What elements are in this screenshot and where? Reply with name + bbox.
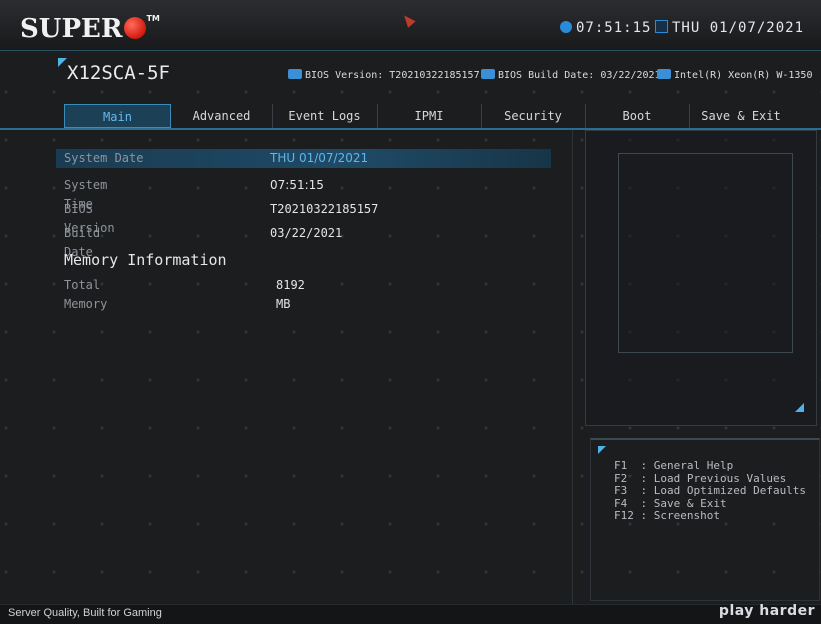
header-date: THU 01/07/2021	[655, 20, 804, 36]
tab-save-exit[interactable]: Save & Exit	[689, 104, 793, 128]
tab-event-logs[interactable]: Event Logs	[272, 104, 378, 128]
cpu-info: Intel(R) Xeon(R) W-1350	[657, 69, 812, 81]
logo-text: SUPER	[20, 14, 123, 44]
tab-security[interactable]: Security	[481, 104, 586, 128]
header-date-text: THU 01/07/2021	[672, 20, 805, 36]
supermicro-logo: SUPER TM	[20, 14, 160, 44]
tab-advanced[interactable]: Advanced	[171, 104, 273, 128]
build-date-icon	[481, 69, 495, 79]
system-date-label: System Date	[64, 151, 144, 165]
bios-version-info: BIOS Version: T20210322185157	[288, 69, 480, 81]
bios-version-value: T20210322185157	[270, 202, 379, 216]
tab-main[interactable]: Main	[64, 104, 171, 128]
bios-build-date-text: BIOS Build Date: 03/22/2021	[498, 70, 661, 81]
system-date-value[interactable]: THU 01/07/2021	[270, 149, 368, 168]
tab-ipmi[interactable]: IPMI	[377, 104, 482, 128]
corner-accent-icon	[598, 446, 606, 454]
bios-icon	[288, 69, 302, 79]
cpu-text: Intel(R) Xeon(R) W-1350	[674, 70, 813, 81]
footer-tagline: play harder	[718, 603, 815, 619]
corner-accent-icon	[58, 58, 67, 67]
corner-accent-icon	[795, 403, 804, 412]
header-clock: 07:51:15	[560, 20, 651, 36]
board-model: X12SCA-5F	[67, 62, 170, 84]
cpu-icon	[657, 69, 671, 79]
help-item-f1: F1 : General Help	[614, 459, 734, 472]
logo-tm: TM	[146, 14, 160, 23]
memory-information-heading: Memory Information	[64, 251, 227, 269]
bios-version-text: BIOS Version: T20210322185157	[305, 70, 480, 81]
help-item-f3: F3 : Load Optimized Defaults	[614, 484, 807, 497]
system-time-value[interactable]: 07:51:15	[270, 176, 324, 195]
header-time: 07:51:15	[576, 20, 652, 36]
bios-build-date-info: BIOS Build Date: 03/22/2021	[481, 69, 661, 81]
clock-icon	[560, 21, 572, 33]
description-inner-frame	[618, 153, 793, 353]
calendar-icon	[655, 20, 668, 33]
row-system-date[interactable]: System Date THU 01/07/2021	[56, 149, 551, 168]
logo-ball-icon	[124, 17, 147, 39]
panel-divider	[572, 130, 573, 606]
help-item-f12: F12 : Screenshot	[614, 509, 720, 522]
footer-slogan: Server Quality, Built for Gaming	[8, 607, 162, 619]
total-memory-label: Total Memory	[64, 278, 108, 311]
tab-boot[interactable]: Boot	[585, 104, 690, 128]
total-memory-value: 8192 MB	[276, 278, 305, 311]
build-date-value: 03/22/2021	[270, 226, 343, 240]
help-keys: F1 : General Help F2 : Load Previous Val…	[614, 459, 807, 523]
